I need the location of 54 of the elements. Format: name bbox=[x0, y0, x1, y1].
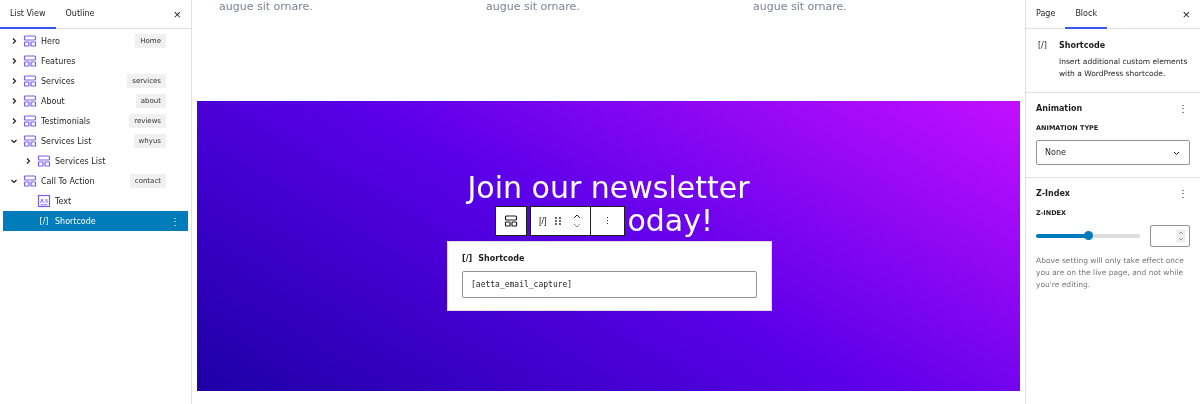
options-button[interactable]: ⋮ bbox=[168, 215, 182, 227]
list-view-item[interactable]: Text bbox=[3, 191, 188, 211]
block-title: Shortcode bbox=[1058, 41, 1107, 50]
item-label: Call To Action bbox=[41, 176, 95, 186]
item-label: Testimonials bbox=[41, 116, 91, 126]
item-label: Hero bbox=[41, 36, 60, 46]
group-icon bbox=[23, 94, 37, 108]
shortcode-glyph: [/] bbox=[462, 254, 473, 263]
slider-track[interactable] bbox=[1036, 234, 1140, 238]
text-block-icon bbox=[37, 194, 51, 208]
item-label: Services List bbox=[55, 156, 106, 166]
close-button[interactable]: × bbox=[1180, 6, 1192, 22]
list-view-item[interactable]: [/] Shortcode ⋮ bbox=[3, 211, 188, 231]
options-button[interactable]: ⋮ bbox=[1176, 103, 1190, 114]
heading: oday! bbox=[627, 204, 714, 238]
more-options-button[interactable]: ⋮ bbox=[590, 207, 625, 235]
body-text: augue sit ornare. bbox=[219, 0, 314, 15]
panel-tab[interactable]: Outline bbox=[55, 0, 105, 29]
shortcode-glyph: [/] bbox=[38, 216, 50, 226]
group-icon bbox=[23, 174, 37, 188]
shortcode-field[interactable]: [aetta_email_capture] bbox=[462, 271, 757, 298]
block-title: Shortcode bbox=[478, 254, 525, 263]
group-icon bbox=[23, 114, 37, 128]
item-label: About bbox=[41, 96, 65, 106]
spinner-icon bbox=[1176, 229, 1186, 243]
slider-thumb[interactable] bbox=[1084, 231, 1093, 240]
options-button[interactable]: ⋮ bbox=[1176, 188, 1190, 199]
body-text: augue sit ornare. bbox=[486, 0, 581, 15]
item-label: Services bbox=[41, 76, 75, 86]
group-icon bbox=[23, 74, 37, 88]
panel-title: Animation bbox=[1036, 104, 1083, 113]
list-view-item[interactable]: Features bbox=[3, 51, 188, 71]
item-label: Shortcode bbox=[55, 216, 96, 226]
group-icon bbox=[23, 54, 37, 68]
number-field[interactable] bbox=[1150, 225, 1190, 247]
panel-tab[interactable]: Page bbox=[1026, 0, 1066, 29]
item-label: Services List bbox=[41, 136, 92, 146]
panel-tab[interactable]: Block bbox=[1065, 0, 1107, 29]
panel-title: Z-Index bbox=[1036, 189, 1070, 198]
group-icon bbox=[37, 154, 51, 168]
group-icon bbox=[503, 214, 518, 228]
item-label: Features bbox=[41, 56, 76, 66]
item-label: Text bbox=[55, 196, 72, 206]
panel-tab[interactable]: List View bbox=[0, 0, 56, 29]
block-type-button[interactable]: [/] bbox=[530, 207, 555, 235]
group-icon bbox=[23, 34, 37, 48]
shortcode-glyph: [/] bbox=[1038, 41, 1047, 52]
animation-type-select[interactable]: None bbox=[1036, 140, 1190, 165]
body-text: augue sit ornare. bbox=[753, 0, 848, 15]
heading: Join our newsletter bbox=[467, 171, 750, 205]
drag-handle-icon[interactable] bbox=[554, 216, 563, 226]
list-view-item[interactable]: Services List bbox=[3, 151, 188, 171]
group-icon bbox=[23, 134, 37, 148]
close-button[interactable]: × bbox=[171, 6, 183, 22]
